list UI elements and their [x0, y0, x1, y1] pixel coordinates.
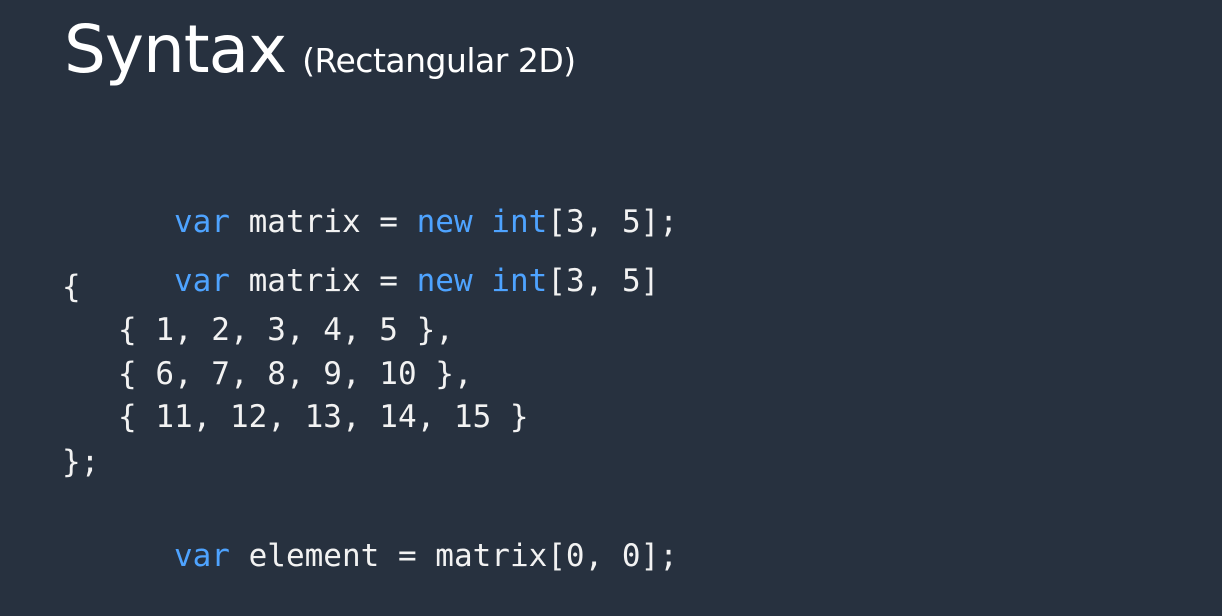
code-line-declaration: var matrix = new int[3, 5]; — [62, 162, 678, 240]
code-line-row-1: { 1, 2, 3, 4, 5 }, — [62, 312, 454, 348]
keyword-var: var — [173, 263, 230, 299]
code-text: element = matrix[0, 0]; — [229, 538, 678, 574]
code-text: [3, 5] — [547, 263, 660, 299]
keyword-var: var — [173, 538, 230, 574]
title-subtitle: (Rectangular 2D) — [302, 41, 576, 80]
slide-title: Syntax (Rectangular 2D) — [64, 10, 576, 90]
code-line-row-3: { 11, 12, 13, 14, 15 } — [62, 399, 529, 435]
code-line-open-brace: { — [62, 269, 81, 305]
keyword-int: int — [491, 263, 548, 299]
code-line-row-2: { 6, 7, 8, 9, 10 }, — [62, 356, 473, 392]
keyword-new: new — [416, 263, 473, 299]
code-text: matrix = — [229, 263, 417, 299]
slide: Syntax (Rectangular 2D) var matrix = new… — [0, 0, 1222, 602]
code-line-initializer: var matrix = new int[3, 5] — [62, 221, 659, 299]
code-line-element-access: var element = matrix[0, 0]; — [62, 496, 678, 574]
code-line-close-brace: }; — [62, 444, 100, 480]
title-main: Syntax — [64, 11, 287, 88]
